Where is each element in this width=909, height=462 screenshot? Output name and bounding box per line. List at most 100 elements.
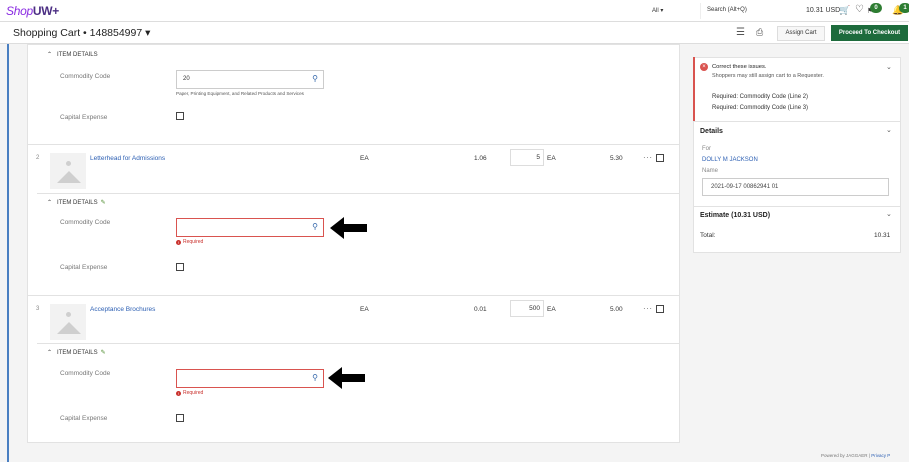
print-icon[interactable]: ⎙ — [756, 27, 763, 38]
commodity-description: Paper, Printing Equipment, and Related P… — [176, 91, 304, 96]
capital-expense-label: Capital Expense — [60, 264, 108, 271]
logo-shop-text: Shop — [6, 4, 33, 18]
unit-of-measure: EA — [360, 306, 369, 313]
cart-amount[interactable]: 10.31 USD — [806, 7, 840, 14]
commodity-code-label: Commodity Code — [60, 370, 111, 377]
item-name-link[interactable]: Letterhead for Admissions — [90, 155, 165, 162]
search-icon[interactable]: ⚲ — [312, 74, 318, 83]
details-heading[interactable]: Details — [700, 128, 723, 135]
item-details-toggle-line-3[interactable]: ⌃ ITEM DETAILS ✎ — [47, 349, 106, 356]
required-error-text: Required — [183, 390, 204, 396]
panel-divider — [694, 121, 900, 122]
name-label: Name — [702, 168, 719, 174]
arrow-left-icon — [330, 217, 367, 239]
chevron-down-icon[interactable]: ⌄ — [886, 126, 892, 134]
error-icon: ! — [176, 391, 181, 396]
image-placeholder-icon — [50, 304, 86, 340]
more-actions-button[interactable]: ··· — [643, 304, 653, 313]
extended-price: 5.30 — [610, 155, 623, 162]
pencil-icon[interactable]: ✎ — [101, 200, 106, 206]
notifications-badge[interactable]: 1 — [899, 3, 909, 13]
for-requester-link[interactable]: DOLLY M JACKSON — [702, 157, 758, 163]
quantity-input[interactable]: 500 — [510, 300, 544, 317]
commodity-code-input-line-2[interactable]: ⚲ — [176, 218, 324, 237]
line-divider — [27, 144, 680, 145]
commodity-code-input-line-1[interactable]: 20 ⚲ — [176, 70, 324, 89]
capital-expense-label: Capital Expense — [60, 415, 108, 422]
search-icon[interactable]: ⚲ — [312, 222, 318, 231]
chevron-up-icon: ⌃ — [47, 52, 53, 58]
powered-by-text: Powered by JAGGAER | — [821, 453, 872, 458]
top-icon-group: ♡ ⚑ 0 🔔 1 — [855, 3, 909, 19]
cart-title-dropdown[interactable]: Shopping Cart • 148854997 ▾ — [13, 27, 150, 39]
item-name-link[interactable]: Acceptance Brochures — [90, 306, 155, 313]
item-details-label: ITEM DETAILS — [57, 52, 98, 58]
quantity-input[interactable]: 5 — [510, 149, 544, 166]
chevron-down-icon[interactable]: ⌄ — [886, 63, 892, 71]
line-divider — [37, 343, 680, 344]
panel-divider — [694, 206, 900, 207]
messages-badge[interactable]: 0 — [870, 3, 882, 13]
cart-name-input[interactable]: 2021-09-17 00862941 01 — [702, 178, 889, 196]
issue-item-line-3[interactable]: Required: Commodity Code (Line 3) — [712, 105, 808, 111]
item-details-label: ITEM DETAILS — [57, 350, 98, 356]
line-divider — [37, 193, 680, 194]
error-icon: × — [700, 63, 708, 71]
pencil-icon[interactable]: ✎ — [101, 350, 106, 356]
required-error: ! Required — [176, 390, 203, 396]
for-label: For — [702, 146, 711, 152]
required-error: ! Required — [176, 239, 203, 245]
capital-expense-checkbox-line-1[interactable] — [176, 112, 184, 120]
chevron-up-icon: ⌃ — [47, 200, 53, 206]
line-divider — [27, 295, 680, 296]
estimate-heading[interactable]: Estimate (10.31 USD) — [700, 212, 770, 219]
more-actions-button[interactable]: ··· — [643, 153, 653, 162]
capital-expense-checkbox-line-3[interactable] — [176, 414, 184, 422]
issues-title: Correct these issues. — [712, 64, 767, 70]
logo-uw-text: UW+ — [32, 4, 59, 18]
global-search-input[interactable]: Search (Alt+Q) — [700, 3, 786, 19]
arrow-left-icon — [328, 367, 365, 389]
line-number: 3 — [36, 306, 40, 312]
total-value: 10.31 — [874, 232, 891, 239]
unit-of-measure: EA — [360, 155, 369, 162]
image-placeholder-icon — [50, 153, 86, 189]
heart-icon[interactable]: ♡ — [855, 4, 864, 15]
error-icon: ! — [176, 240, 181, 245]
search-icon[interactable]: ⚲ — [312, 373, 318, 382]
proceed-to-checkout-button[interactable]: Proceed To Checkout — [831, 25, 908, 41]
total-label: Total: — [700, 232, 716, 239]
item-details-toggle-line-1[interactable]: ⌃ ITEM DETAILS — [47, 51, 98, 58]
commodity-code-value: 20 — [183, 76, 190, 82]
logo[interactable]: ShopUW+ — [6, 4, 59, 18]
chevron-down-icon[interactable]: ⌄ — [886, 210, 892, 218]
capital-expense-checkbox-line-2[interactable] — [176, 263, 184, 271]
item-details-label: ITEM DETAILS — [57, 200, 98, 206]
line-select-checkbox[interactable] — [656, 305, 664, 313]
item-details-toggle-line-2[interactable]: ⌃ ITEM DETAILS ✎ — [47, 199, 106, 206]
quantity-uom: EA — [547, 306, 556, 313]
top-bar: ShopUW+ All ▾ Search (Alt+Q) 10.31 USD 🛒… — [0, 0, 909, 22]
chevron-up-icon: ⌃ — [47, 350, 53, 356]
cart-icon[interactable]: 🛒 — [839, 5, 850, 16]
left-nav-strip — [7, 44, 9, 462]
commodity-code-label: Commodity Code — [60, 73, 111, 80]
extended-price: 5.00 — [610, 306, 623, 313]
issues-subtitle: Shoppers may still assign cart to a Requ… — [712, 73, 824, 79]
commodity-code-input-line-3[interactable]: ⚲ — [176, 369, 324, 388]
menu-icon[interactable]: ☰ — [736, 27, 745, 38]
commodity-code-label: Commodity Code — [60, 219, 111, 226]
unit-price: 0.01 — [474, 306, 487, 313]
required-error-text: Required — [183, 239, 204, 245]
search-filter-dropdown[interactable]: All ▾ — [652, 7, 663, 14]
line-select-checkbox[interactable] — [656, 154, 664, 162]
line-number: 2 — [36, 155, 40, 161]
privacy-link[interactable]: Privacy P — [871, 453, 890, 458]
unit-price: 1.06 — [474, 155, 487, 162]
assign-cart-button[interactable]: Assign Cart — [777, 26, 825, 41]
cart-header: Shopping Cart • 148854997 ▾ ☰ ⎙ Assign C… — [0, 22, 909, 44]
capital-expense-label: Capital Expense — [60, 114, 108, 121]
powered-by-footer: Powered by JAGGAER | Privacy P — [821, 453, 890, 458]
issue-item-line-2[interactable]: Required: Commodity Code (Line 2) — [712, 94, 808, 100]
quantity-uom: EA — [547, 155, 556, 162]
